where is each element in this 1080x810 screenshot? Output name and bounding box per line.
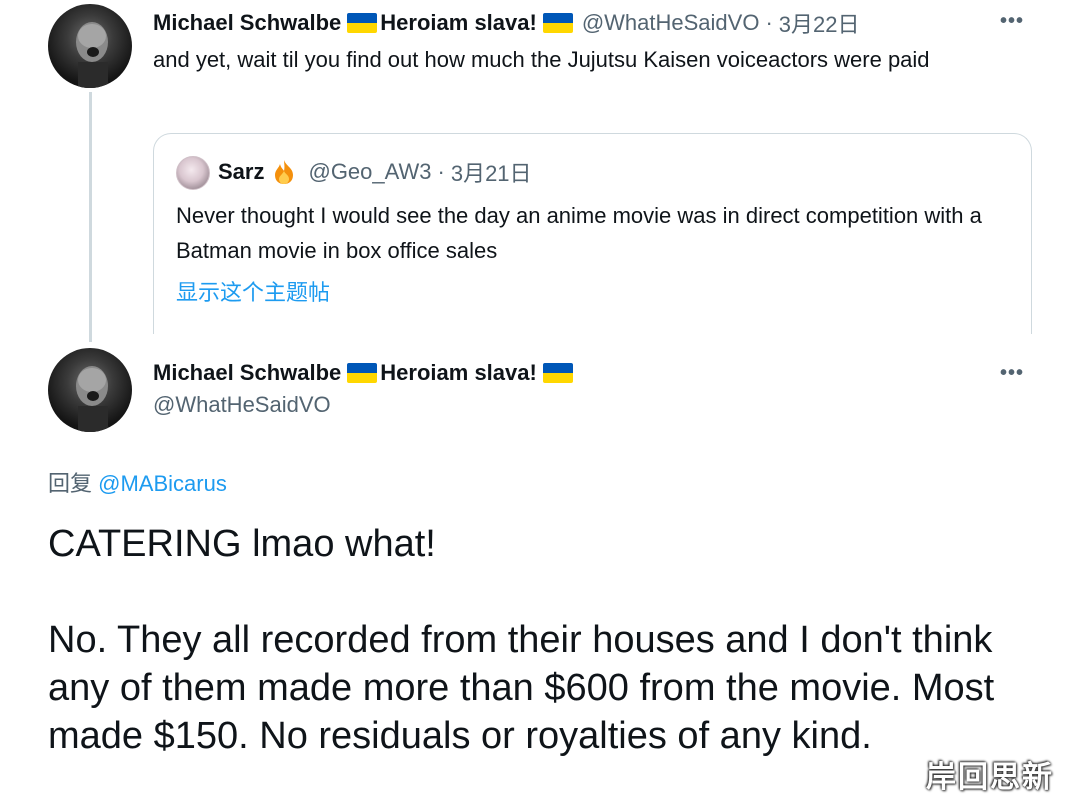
tweet-text: and yet, wait til you find out how much …: [153, 47, 930, 72]
ukraine-flag-icon: [542, 13, 573, 33]
display-name[interactable]: Michael Schwalbe: [153, 360, 341, 386]
tweet-main-paragraph: No. They all recorded from their houses …: [48, 619, 995, 757]
quoted-tweet-card[interactable]: Sarz @Geo_AW3 · 3月21日 Never thought I wo…: [153, 133, 1032, 334]
more-options-icon[interactable]: •••: [1000, 10, 1024, 33]
quoted-avatar: [176, 156, 210, 190]
tweet-header: Michael Schwalbe Heroiam slava! @WhatHeS…: [153, 8, 860, 38]
separator: ·: [437, 159, 445, 184]
quoted-handle: @Geo_AW3: [308, 159, 432, 184]
display-name[interactable]: Michael Schwalbe: [153, 10, 341, 36]
reply-prefix: 回复: [48, 471, 93, 496]
avatar-face-icon: [76, 22, 108, 88]
tweet-header: Michael Schwalbe Heroiam slava!: [153, 358, 576, 388]
quoted-header: Sarz @Geo_AW3 · 3月21日: [218, 156, 532, 188]
ukraine-flag-icon: [542, 363, 573, 383]
show-thread-link[interactable]: 显示这个主题帖: [176, 275, 330, 311]
more-options-icon[interactable]: •••: [1000, 362, 1024, 385]
separator: ·: [765, 10, 773, 35]
reply-context: 回复 @MABicarus: [48, 466, 227, 498]
ukraine-flag-icon: [347, 13, 378, 33]
thread-line: [89, 92, 92, 342]
user-handle[interactable]: @WhatHeSaidVO: [582, 10, 760, 36]
watermark: 岸回思新: [926, 761, 1054, 794]
quoted-display-name: Sarz: [218, 159, 265, 184]
quoted-tweet-text: Never thought I would see the day an ani…: [176, 203, 982, 263]
reply-to-link[interactable]: @MABicarus: [98, 471, 227, 496]
avatar[interactable]: [48, 4, 132, 88]
fire-icon: [275, 160, 294, 184]
user-handle[interactable]: @WhatHeSaidVO: [153, 392, 331, 418]
tweet-main-line: CATERING lmao what!: [48, 523, 436, 565]
name-slogan[interactable]: Heroiam slava!: [380, 10, 537, 36]
ukraine-flag-icon: [347, 363, 378, 383]
avatar-face-icon: [76, 366, 108, 432]
name-slogan[interactable]: Heroiam slava!: [380, 360, 537, 386]
avatar[interactable]: [48, 348, 132, 432]
tweet-date[interactable]: 3月22日: [779, 7, 860, 39]
quoted-date: 3月21日: [450, 161, 532, 186]
